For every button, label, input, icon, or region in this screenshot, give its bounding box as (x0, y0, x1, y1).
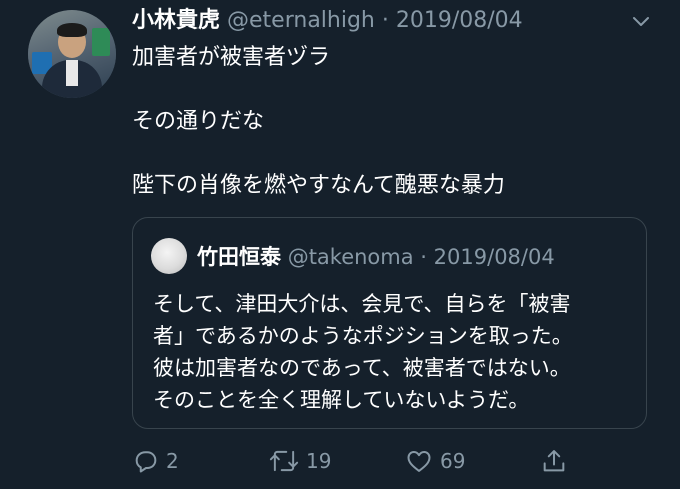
tweet-text-line: 加害者が被害者ヅラ (132, 45, 331, 70)
quoted-text-line: 者」であるかのようなポジションを取った。 (153, 324, 573, 348)
like-button[interactable]: 69 (404, 444, 465, 478)
quoted-tweet-text: そして、津田大介は、会見で、自らを「被害 者」であるかのようなポジションを取った… (153, 288, 633, 416)
quoted-text-line: 彼は加害者なのであって、被害者ではない。 (153, 356, 571, 380)
reply-count: 2 (166, 449, 179, 473)
tweet-header: 小林貴虎 @eternalhigh · 2019/08/04 (132, 6, 523, 36)
header-separator: · (381, 8, 389, 33)
tweet[interactable]: 小林貴虎 @eternalhigh · 2019/08/04 加害者が被害者ヅラ… (0, 0, 680, 489)
share-icon (540, 447, 568, 475)
quoted-author-avatar (151, 238, 187, 274)
author-name[interactable]: 小林貴虎 (132, 8, 220, 33)
share-button[interactable] (540, 444, 568, 478)
tweet-text-line: その通りだな (132, 109, 265, 134)
author-avatar[interactable] (28, 10, 116, 98)
heart-icon (404, 447, 434, 475)
quoted-text-line: そして、津田大介は、会見で、自らを「被害 (153, 292, 571, 316)
quoted-tweet-header: 竹田恒泰 @takenoma · 2019/08/04 (197, 242, 555, 272)
reply-icon (132, 447, 160, 475)
quoted-author-name: 竹田恒泰 (197, 245, 281, 269)
retweet-count: 19 (306, 449, 332, 473)
quoted-tweet[interactable]: 竹田恒泰 @takenoma · 2019/08/04 そして、津田大介は、会見… (132, 217, 647, 429)
author-handle[interactable]: @eternalhigh (227, 8, 375, 33)
reply-button[interactable]: 2 (132, 444, 179, 478)
chevron-down-icon[interactable] (632, 14, 650, 28)
like-count: 69 (440, 449, 466, 473)
retweet-icon (268, 447, 300, 475)
tweet-text-line: 陛下の肖像を燃やすなんて醜悪な暴力 (132, 173, 505, 198)
quoted-tweet-date: 2019/08/04 (433, 245, 555, 269)
tweet-text: 加害者が被害者ヅラ その通りだな 陛下の肖像を燃やすなんて醜悪な暴力 (132, 42, 652, 202)
quoted-text-line: そのことを全く理解していないようだ。 (153, 388, 530, 412)
retweet-button[interactable]: 19 (268, 444, 331, 478)
tweet-actions: 2 19 69 (132, 444, 592, 478)
tweet-date[interactable]: 2019/08/04 (396, 8, 523, 33)
quoted-author-handle: @takenoma (287, 245, 414, 269)
quoted-header-separator: · (420, 245, 427, 269)
